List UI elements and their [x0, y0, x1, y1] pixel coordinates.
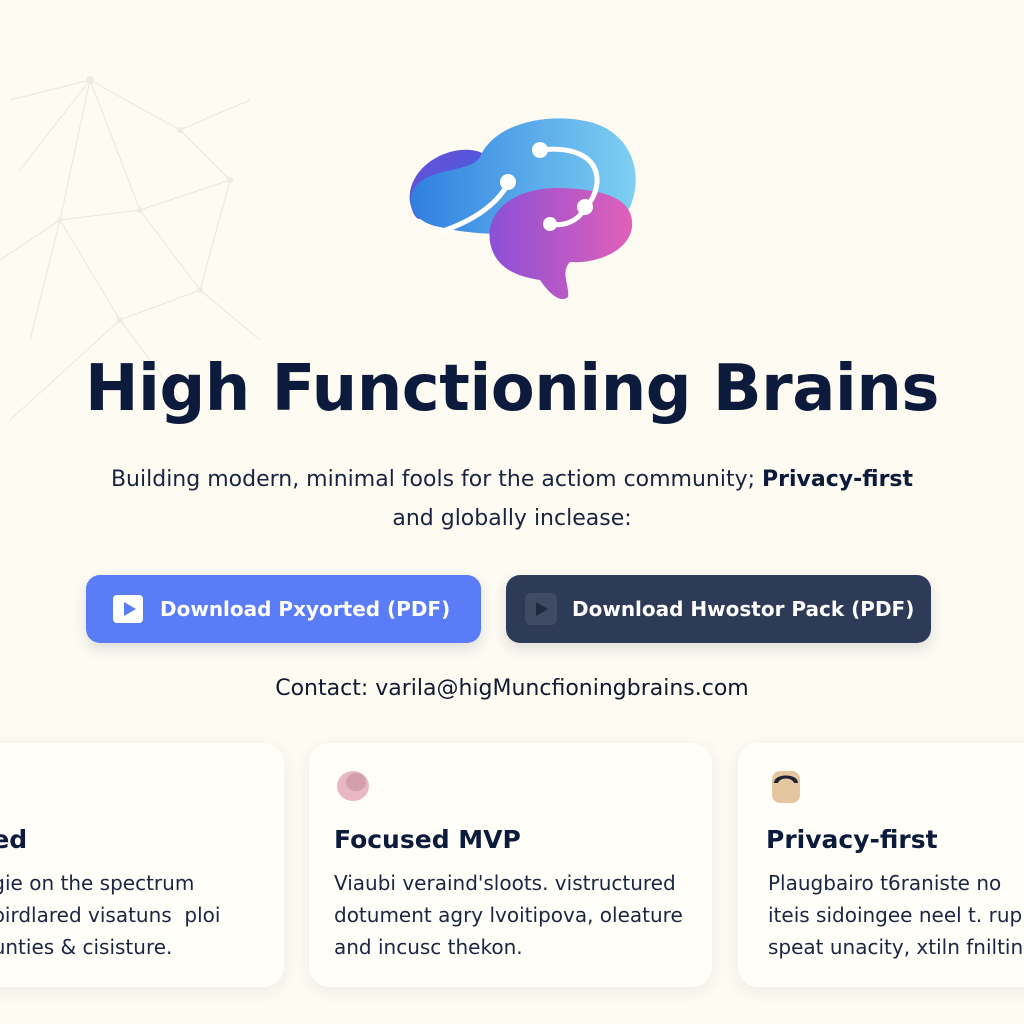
tagline: Building modern, minimal fools for the a…: [80, 460, 944, 538]
feature-card: Privacy-first Plaugbairo t6raniste no it…: [738, 743, 1024, 987]
feature-card: red egie on the spectrum goirdlared visa…: [0, 743, 284, 987]
tagline-line2: and globally inclease:: [392, 506, 632, 531]
download-primary-button[interactable]: Download Pxyorted (PDF): [86, 575, 481, 643]
page-title: High Functioning Brains: [84, 352, 940, 426]
feature-title: Focused MVP: [334, 825, 521, 854]
page: High Functioning Brains Building modern,…: [0, 0, 1024, 1024]
tagline-emphasis: Privacy-first: [762, 467, 914, 492]
contact-email[interactable]: Contact: varila@higMuncfioningbrains.com: [0, 676, 1024, 701]
feature-title: Privacy-first: [766, 825, 938, 854]
feature-description: Viaubi veraind'sloots. vistructured dotu…: [334, 871, 683, 959]
person-icon: [772, 771, 800, 803]
download-primary-label: Download Pxyorted (PDF): [160, 597, 451, 621]
download-secondary-label: Download Hwostor Pack (PDF): [572, 597, 915, 621]
brain-icon: [409, 118, 636, 300]
download-secondary-button[interactable]: Download Hwostor Pack (PDF): [506, 575, 931, 643]
feature-title: red: [0, 825, 28, 854]
feature-description: Plaugbairo t6raniste no iteis sidoingee …: [768, 871, 1024, 959]
feature-description: egie on the spectrum goirdlared visatuns…: [0, 871, 221, 959]
play-icon: [524, 592, 558, 626]
play-document-icon: [112, 592, 146, 626]
pink-blob-icon: [337, 771, 369, 801]
tagline-lead: Building modern, minimal fools for the a…: [110, 467, 763, 492]
feature-card: Focused MVP Viaubi veraind'sloots. vistr…: [309, 743, 712, 987]
